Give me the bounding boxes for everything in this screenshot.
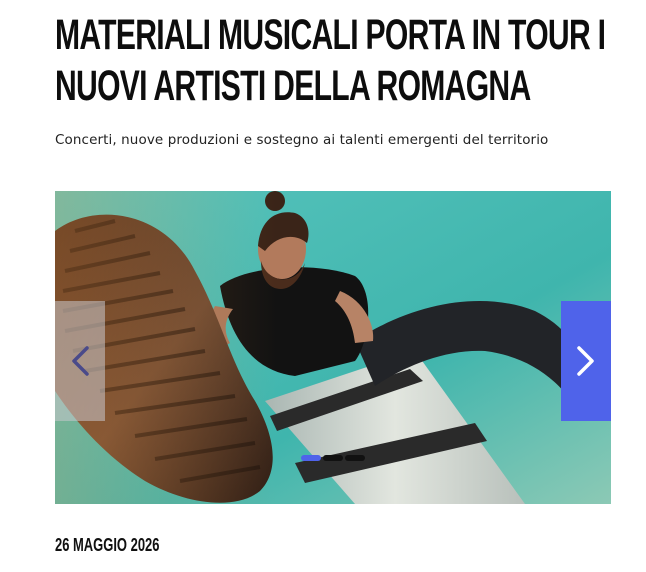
article-subtitle: Concerti, nuove produzioni e sostegno ai…: [55, 132, 549, 148]
carousel-dot-3[interactable]: [345, 455, 365, 461]
carousel-dot-1[interactable]: [301, 455, 321, 461]
article-title: MATERIALI MUSICALI PORTA IN TOUR I NUOVI…: [55, 11, 606, 110]
chevron-left-icon: [72, 346, 89, 376]
carousel-dot-2[interactable]: [323, 455, 343, 461]
carousel-pagination: [301, 455, 365, 461]
carousel-next-button[interactable]: [561, 301, 611, 421]
image-carousel[interactable]: [55, 191, 611, 504]
article-date: 26 MAGGIO 2026: [55, 535, 160, 555]
carousel-prev-button[interactable]: [55, 301, 105, 421]
chevron-right-icon: [577, 346, 594, 376]
